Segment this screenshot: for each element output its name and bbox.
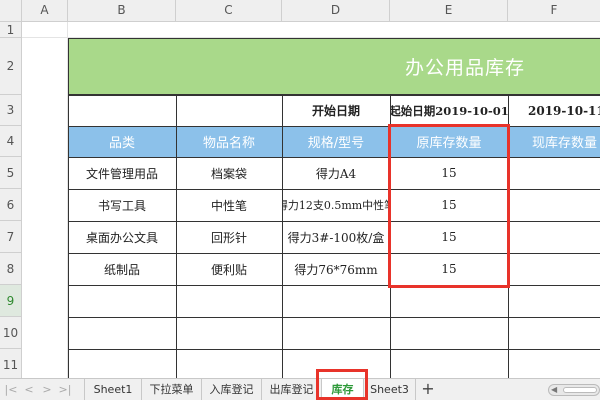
item-spec[interactable]: 得力A4 [282, 157, 390, 189]
row-header-4[interactable]: 4 [0, 126, 22, 157]
sheet-tab-bar: |< < > >| Sheet1 下拉菜单 入库登记 出库登记 库存 Sheet… [0, 378, 600, 400]
row-header-2[interactable]: 2 [0, 38, 22, 95]
table-border [68, 349, 600, 350]
item-name[interactable]: 回形针 [176, 221, 282, 253]
add-sheet-icon[interactable]: + [418, 379, 438, 400]
tab-outbound-log[interactable]: 出库登记 [262, 379, 322, 400]
row-header-3[interactable]: 3 [0, 95, 22, 126]
tab-inbound-log[interactable]: 入库登记 [202, 379, 262, 400]
table-border [68, 95, 600, 96]
item-spec[interactable]: 得力12支0.5mm中性笔 [282, 189, 390, 221]
item-category[interactable]: 文件管理用品 [68, 157, 176, 189]
highlight-box [388, 124, 510, 288]
start-date-value[interactable]: 起始日期2019-10-01 [390, 95, 508, 126]
last-sheet-icon[interactable]: >| [58, 382, 72, 398]
item-spec[interactable]: 得力76*76mm [282, 253, 390, 285]
row-header-9[interactable]: 9 [0, 285, 22, 317]
select-all-corner[interactable] [0, 0, 22, 22]
table-border [68, 285, 600, 286]
table-border [68, 126, 600, 127]
row-header-10[interactable]: 10 [0, 317, 22, 349]
header-current-qty[interactable]: 现库存数量 [508, 126, 600, 157]
row-header-5[interactable]: 5 [0, 157, 22, 189]
row-header-8[interactable]: 8 [0, 253, 22, 285]
item-name[interactable]: 档案袋 [176, 157, 282, 189]
end-date-value[interactable]: 2019-10-11 [508, 95, 600, 126]
item-category[interactable]: 桌面办公文具 [68, 221, 176, 253]
table-border [176, 95, 177, 378]
sheet-title: 办公用品库存 [404, 57, 525, 79]
scroll-left-icon[interactable]: ◀ [551, 385, 557, 394]
column-header-c[interactable]: C [176, 0, 282, 22]
spreadsheet-grid[interactable]: A B C D E F 1 2 3 4 5 6 7 8 9 10 11 办公用品… [0, 0, 600, 378]
tab-dropdown-menu[interactable]: 下拉菜单 [142, 379, 202, 400]
next-sheet-icon[interactable]: > [40, 382, 54, 398]
table-border [68, 317, 600, 318]
item-spec[interactable]: 得力3#-100枚/盒 [282, 221, 390, 253]
item-name[interactable]: 中性笔 [176, 189, 282, 221]
row-header-1[interactable]: 1 [0, 22, 22, 38]
table-border [68, 253, 600, 254]
column-header-f[interactable]: F [508, 0, 600, 22]
start-date-label[interactable]: 开始日期 [282, 95, 390, 126]
table-border [68, 221, 600, 222]
table-border [68, 38, 69, 378]
column-header-e[interactable]: E [390, 0, 508, 22]
item-category[interactable]: 书写工具 [68, 189, 176, 221]
tab-highlight-box [316, 369, 368, 400]
column-header-a[interactable]: A [22, 0, 68, 22]
item-name[interactable]: 便利贴 [176, 253, 282, 285]
prev-sheet-icon[interactable]: < [22, 382, 36, 398]
header-category[interactable]: 品类 [68, 126, 176, 157]
table-border [68, 189, 600, 190]
column-header-b[interactable]: B [68, 0, 176, 22]
item-category[interactable]: 纸制品 [68, 253, 176, 285]
table-border [68, 157, 600, 158]
header-item-name[interactable]: 物品名称 [176, 126, 282, 157]
scrollbar-thumb[interactable] [563, 387, 597, 393]
tab-sheet3[interactable]: Sheet3 [364, 379, 416, 400]
header-spec[interactable]: 规格/型号 [282, 126, 390, 157]
first-sheet-icon[interactable]: |< [4, 382, 18, 398]
row-header-11[interactable]: 11 [0, 349, 22, 378]
row-header-7[interactable]: 7 [0, 221, 22, 253]
row-header-6[interactable]: 6 [0, 189, 22, 221]
horizontal-scrollbar[interactable]: ◀ [548, 384, 600, 396]
table-border [282, 95, 283, 378]
tab-sheet1[interactable]: Sheet1 [84, 379, 142, 400]
column-header-d[interactable]: D [282, 0, 390, 22]
